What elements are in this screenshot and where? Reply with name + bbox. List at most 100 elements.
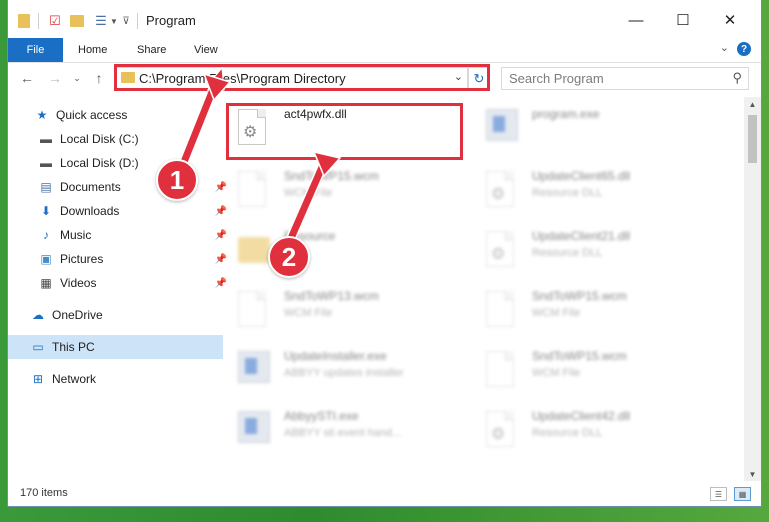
large-icons-view-icon[interactable]: ▦: [734, 487, 751, 501]
file-item[interactable]: SndToWP13.wcm WCM File: [228, 283, 468, 335]
item-count: 170 items: [20, 487, 68, 499]
customize-icon[interactable]: ☰: [92, 12, 110, 30]
file-type: Resource DLL: [532, 427, 603, 439]
minimize-button[interactable]: —: [613, 0, 659, 40]
computer-icon: ▭: [32, 340, 44, 354]
search-icon: ⚲: [732, 70, 742, 85]
sidebar-item-label: Pictures: [60, 252, 104, 266]
sidebar-item-network[interactable]: ⊞ Network: [8, 367, 223, 391]
folder-icon: [16, 12, 32, 30]
file-item[interactable]: ⚙ UpdateClient65.dll Resource DLL: [476, 163, 716, 215]
app-icon: [238, 411, 270, 449]
file-name: UpdateClient65.dll: [532, 169, 631, 183]
document-icon: [486, 291, 518, 329]
app-icon: [238, 351, 270, 389]
status-bar: 170 items ☰ ▦: [8, 482, 761, 506]
file-item[interactable]: ⚙ UpdateClient42.dll Resource DLL: [476, 403, 716, 455]
file-name: UpdateClient42.dll: [532, 409, 631, 423]
videos-icon: ▦: [40, 276, 52, 290]
file-item[interactable]: SndToWP15.wcm WCM File: [476, 343, 716, 395]
sidebar-item-onedrive[interactable]: ☁ OneDrive: [8, 303, 223, 327]
tab-share[interactable]: Share: [137, 38, 166, 62]
new-folder-icon[interactable]: [68, 12, 86, 30]
dll-gear-icon: ⚙: [486, 171, 518, 209]
documents-icon: ▤: [40, 180, 52, 194]
sidebar-item-label: OneDrive: [52, 308, 103, 322]
file-name: UpdateInstaller.exe: [284, 349, 387, 363]
drive-icon: ▬: [40, 156, 52, 170]
window-title: Program: [146, 13, 196, 28]
sidebar-item-pictures[interactable]: ▣ Pictures 📌: [8, 247, 231, 271]
file-item[interactable]: ⚙ UpdateClient21.dll Resource DLL: [476, 223, 716, 275]
sidebar-item-label: Music: [60, 228, 92, 242]
sidebar-item-music[interactable]: ♪ Music 📌: [8, 223, 231, 247]
sidebar-item-videos[interactable]: ▦ Videos 📌: [8, 271, 231, 295]
music-icon: ♪: [43, 228, 49, 242]
sidebar-item-label: Local Disk (D:): [60, 156, 139, 170]
help-icon[interactable]: ?: [737, 42, 751, 56]
vertical-scrollbar[interactable]: ▲ ▼: [744, 97, 761, 481]
sidebar-item-label: Documents: [60, 180, 121, 194]
file-item[interactable]: program.exe: [476, 101, 716, 153]
dll-gear-icon: ⚙: [486, 231, 518, 269]
up-button[interactable]: ↑: [90, 69, 108, 87]
chevron-down-icon[interactable]: ▼: [109, 12, 119, 30]
quick-access-dropdown-icon[interactable]: ⊽: [120, 12, 132, 30]
sidebar-item-this-pc[interactable]: ▭ This PC: [8, 335, 223, 359]
file-item[interactable]: SndToWP15.wcm WCM File: [476, 283, 716, 335]
recent-locations-icon[interactable]: ⌄: [68, 69, 86, 87]
forward-button[interactable]: →: [46, 69, 64, 87]
file-type: WCM File: [532, 367, 581, 379]
dll-gear-icon: ⚙: [486, 411, 518, 449]
file-name: AbbyySTI.exe: [284, 409, 359, 423]
sidebar-item-label: Downloads: [60, 204, 120, 218]
file-name: SndToWP13.wcm: [284, 289, 379, 303]
document-icon: [486, 351, 518, 389]
network-icon: ⊞: [32, 372, 44, 386]
sidebar-item-label: Network: [52, 372, 97, 386]
document-icon: [238, 291, 270, 329]
back-button[interactable]: ←: [18, 69, 36, 87]
file-item[interactable]: UpdateInstaller.exe ABBYY updates instal…: [228, 343, 468, 395]
scroll-down-icon[interactable]: ▼: [744, 467, 761, 481]
file-explorer-window: ☑ ☰ ▼ ⊽ Program — ☐ ✕ File Home Share Vi…: [8, 0, 761, 506]
file-type: WCM File: [532, 307, 581, 319]
cloud-icon: ☁: [32, 308, 44, 322]
file-type: WCM File: [284, 307, 333, 319]
file-name: UpdateClient21.dll: [532, 229, 631, 243]
tab-file[interactable]: File: [8, 38, 63, 62]
expand-ribbon-icon[interactable]: ⌄: [720, 41, 729, 54]
file-name: SndToWP15.wcm: [532, 289, 627, 303]
file-item[interactable]: AbbyySTI.exe ABBYY sti event hand...: [228, 403, 468, 455]
sidebar-item-label: This PC: [52, 340, 95, 354]
search-input[interactable]: Search Program ⚲: [501, 67, 749, 90]
title-bar: ☑ ☰ ▼ ⊽ Program — ☐ ✕: [8, 0, 761, 40]
divider: [137, 13, 138, 29]
details-view-icon[interactable]: ☰: [710, 487, 727, 501]
folder-icon: [238, 231, 270, 269]
close-button[interactable]: ✕: [707, 0, 753, 40]
app-icon: [486, 109, 518, 147]
pictures-icon: ▣: [40, 252, 52, 266]
file-name: program.exe: [532, 107, 600, 121]
file-type: Resource DLL: [532, 187, 603, 199]
sidebar-item-label: Local Disk (C:): [60, 132, 139, 146]
scroll-thumb[interactable]: [748, 115, 757, 163]
sidebar-item-downloads[interactable]: ⬇ Downloads 📌: [8, 199, 231, 223]
tab-home[interactable]: Home: [78, 38, 107, 62]
scroll-up-icon[interactable]: ▲: [744, 97, 761, 111]
file-type: ABBYY updates installer: [284, 367, 404, 379]
maximize-button[interactable]: ☐: [660, 0, 706, 40]
callout-badge-1: 1: [156, 159, 198, 201]
properties-icon[interactable]: ☑: [46, 12, 64, 30]
file-type: Resource DLL: [532, 247, 603, 259]
file-name: SndToWP15.wcm: [532, 349, 627, 363]
sidebar-item-label: Videos: [60, 276, 97, 290]
sidebar-item-label: Quick access: [56, 108, 128, 122]
divider: [38, 13, 39, 29]
ribbon-tabs: File Home Share View ⌄ ?: [8, 38, 761, 63]
document-icon: [238, 171, 270, 209]
tab-view[interactable]: View: [194, 38, 218, 62]
callout-badge-2: 2: [268, 236, 310, 278]
drive-icon: ▬: [40, 132, 52, 146]
